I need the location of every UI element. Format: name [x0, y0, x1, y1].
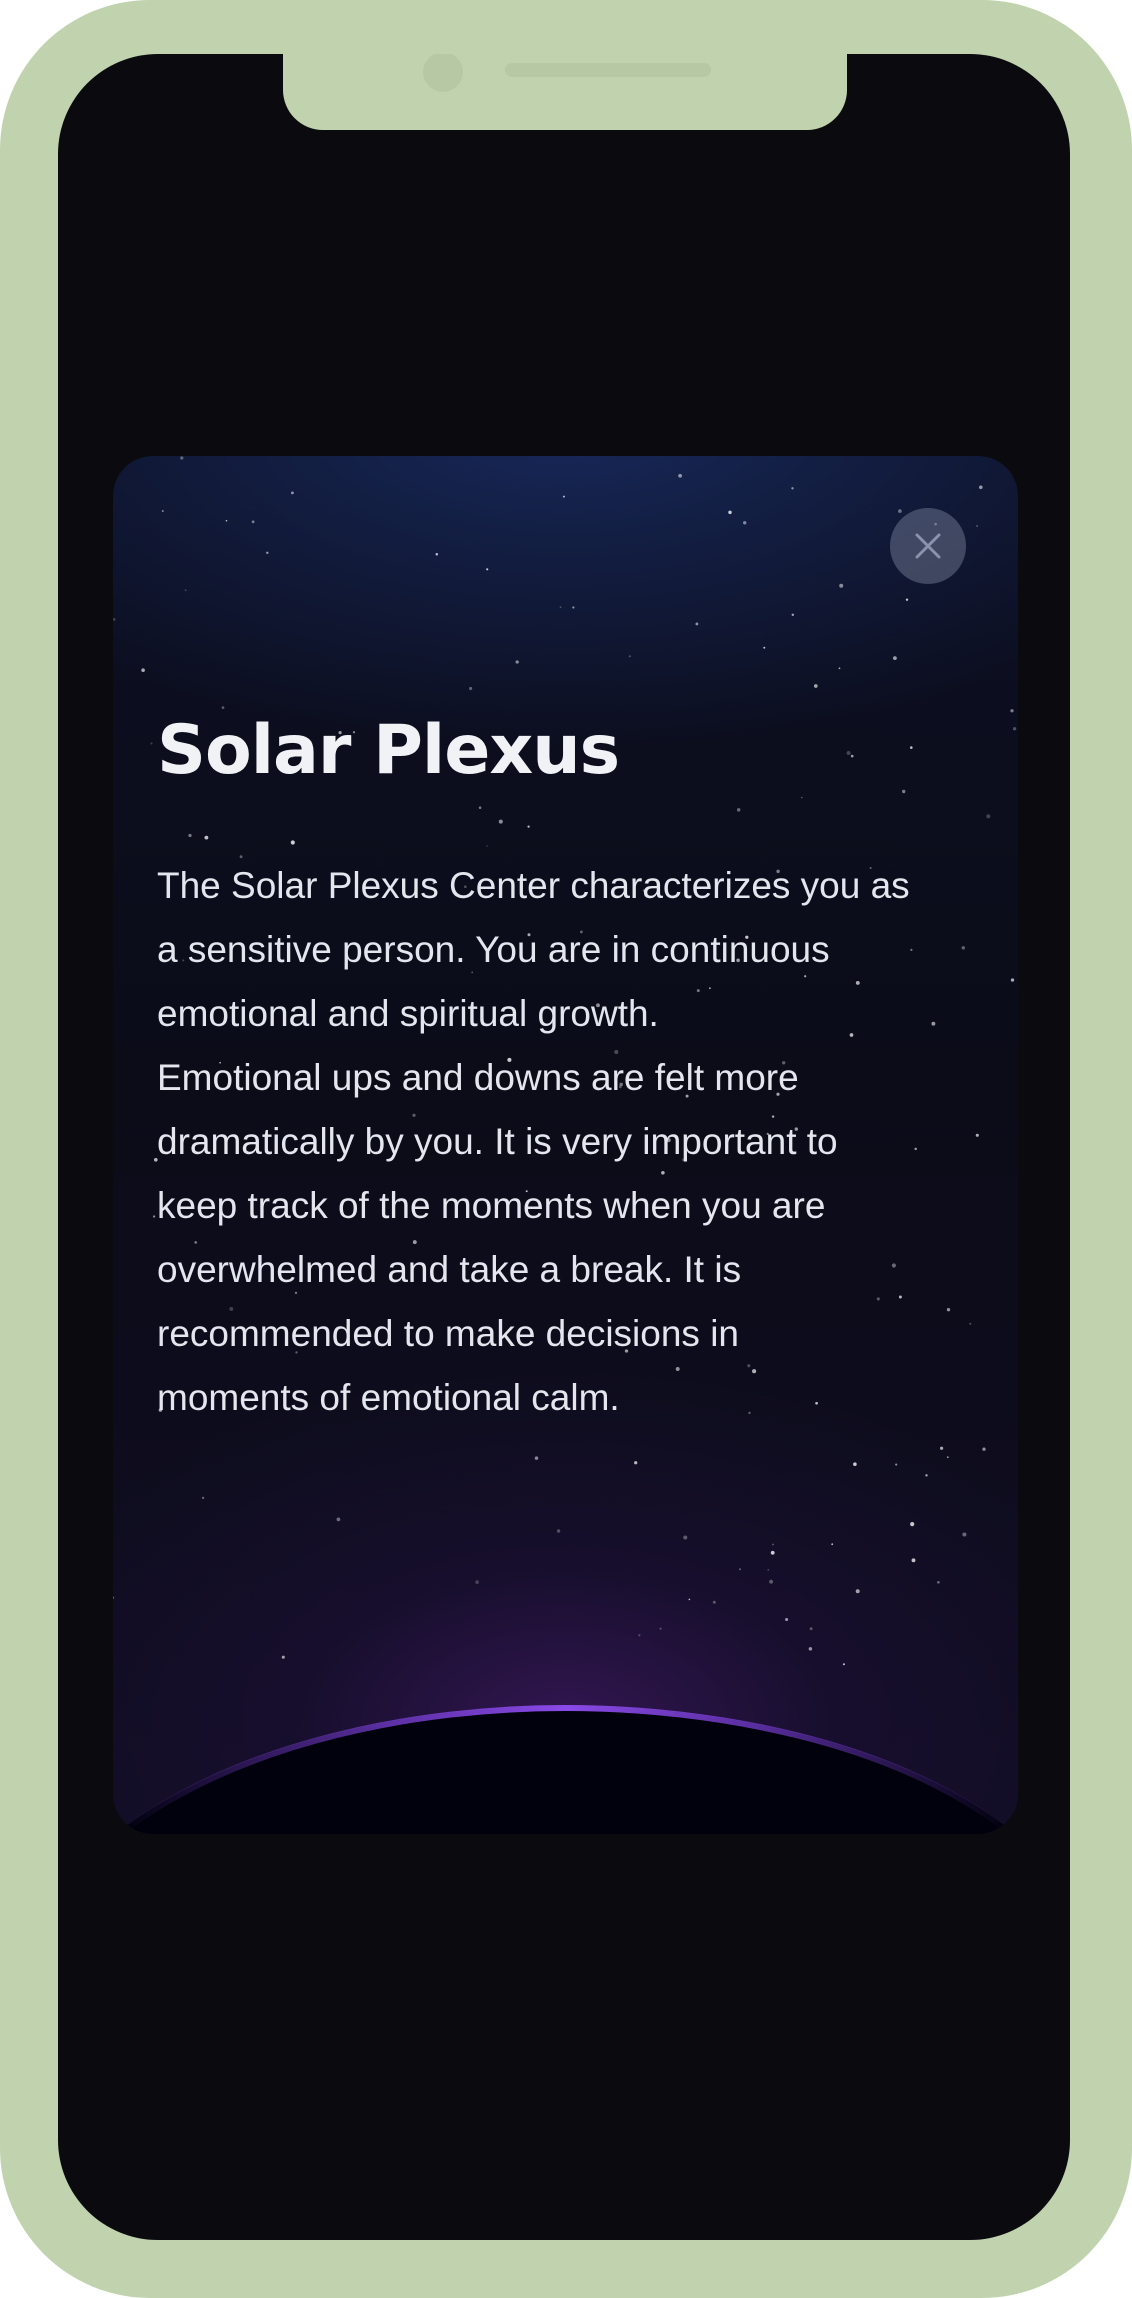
star: [435, 552, 439, 556]
star: [225, 519, 228, 522]
star: [962, 1532, 967, 1537]
star: [478, 806, 482, 809]
star: [763, 646, 766, 649]
star: [201, 1496, 205, 1500]
star: [266, 551, 269, 554]
star: [475, 1580, 479, 1584]
star: [184, 589, 187, 592]
star: [769, 1579, 774, 1584]
phone-screen: Solar Plexus The Solar Plexus Center cha…: [58, 54, 1070, 2240]
star: [712, 1600, 716, 1604]
planet-horizon: [115, 1704, 1016, 1834]
star: [850, 754, 854, 758]
star: [895, 1463, 898, 1466]
star: [736, 808, 741, 812]
star: [911, 1558, 916, 1563]
star: [846, 751, 851, 755]
star: [336, 1517, 341, 1522]
star: [813, 684, 818, 688]
star: [905, 598, 909, 601]
star: [986, 814, 991, 819]
star: [853, 1462, 857, 1466]
star: [839, 583, 844, 588]
close-button[interactable]: [890, 508, 966, 584]
star: [910, 746, 913, 749]
star: [791, 487, 794, 490]
star: [800, 796, 803, 799]
star: [150, 742, 153, 745]
star: [188, 833, 192, 838]
star: [628, 655, 631, 658]
star: [785, 1617, 789, 1622]
star: [902, 789, 906, 794]
solar-plexus-modal: Solar Plexus The Solar Plexus Center cha…: [113, 456, 1018, 1834]
star: [180, 456, 184, 460]
star: [638, 1634, 641, 1637]
star: [772, 1543, 774, 1546]
star: [534, 1456, 539, 1460]
star: [1012, 727, 1017, 731]
star: [221, 706, 225, 709]
phone-frame: Solar Plexus The Solar Plexus Center cha…: [0, 0, 1132, 2298]
star: [982, 1447, 986, 1451]
star: [486, 568, 489, 571]
modal-title: Solar Plexus: [157, 711, 620, 790]
star: [559, 606, 562, 609]
star: [809, 1627, 813, 1631]
star: [683, 1535, 688, 1540]
star: [770, 1550, 775, 1555]
star: [556, 1529, 561, 1533]
close-icon: [915, 533, 941, 559]
star: [204, 835, 209, 840]
star: [572, 606, 575, 609]
star: [946, 1456, 949, 1459]
star: [141, 668, 145, 672]
star: [251, 520, 255, 524]
star: [678, 473, 682, 478]
star: [893, 656, 897, 660]
star: [939, 1446, 944, 1450]
star: [1010, 978, 1015, 982]
star: [842, 1663, 845, 1666]
star: [290, 491, 294, 495]
star: [767, 1568, 770, 1571]
star: [290, 840, 295, 845]
star: [113, 618, 116, 621]
phone-notch: [283, 54, 847, 130]
star: [831, 1543, 834, 1546]
star: [743, 521, 747, 525]
modal-description: The Solar Plexus Center characterizes yo…: [157, 865, 910, 1418]
star: [634, 1461, 638, 1465]
earpiece-speaker: [505, 63, 711, 77]
star: [979, 485, 983, 490]
star: [855, 1589, 860, 1594]
star: [659, 1627, 662, 1630]
star: [808, 1647, 813, 1651]
star: [838, 667, 841, 670]
star: [898, 509, 902, 513]
star: [486, 845, 488, 847]
star: [738, 1568, 742, 1571]
star: [1010, 709, 1014, 713]
star: [153, 1215, 156, 1218]
star: [515, 660, 519, 664]
front-camera: [423, 54, 463, 92]
star: [728, 510, 732, 515]
star: [910, 1522, 915, 1527]
star: [976, 525, 978, 527]
star: [688, 1598, 691, 1601]
star: [469, 686, 473, 691]
star: [562, 495, 565, 498]
star: [925, 1474, 928, 1477]
star: [791, 613, 795, 617]
star: [527, 825, 530, 828]
star: [281, 1655, 285, 1659]
star: [498, 819, 503, 824]
star: [113, 1596, 115, 1599]
star: [695, 622, 699, 626]
star: [937, 1581, 940, 1584]
star: [161, 510, 164, 512]
